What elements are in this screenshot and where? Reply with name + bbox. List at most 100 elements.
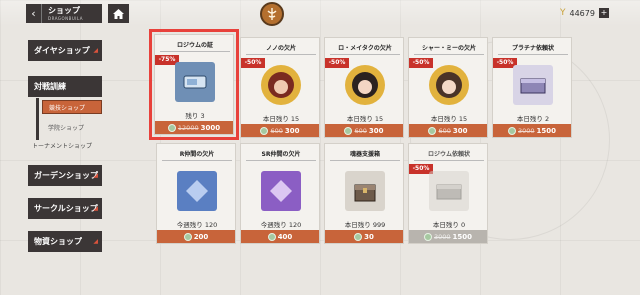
sidebar-item-label: 対戦訓練 — [34, 82, 66, 91]
item-name: 魂器支援箱 — [330, 149, 400, 161]
original-price: 600 — [354, 126, 367, 135]
sale-price: 30 — [364, 232, 374, 241]
stock-remaining: 本日残り 999 — [344, 221, 386, 229]
caret-icon: ◢ — [93, 205, 98, 212]
original-price: 3000 — [517, 126, 535, 135]
platinum-crate-icon — [513, 65, 553, 105]
character-portrait-icon — [261, 65, 301, 105]
coin-icon — [183, 232, 192, 241]
shop-item-card[interactable]: ロ・メイタクの欠片 -50% 本日残り 15 600 300 — [324, 37, 404, 138]
item-name: ロジウム依頼状 — [414, 149, 484, 161]
original-price: 12000 — [177, 123, 199, 132]
original-price: 600 — [270, 126, 283, 135]
rhodium-request-icon — [429, 171, 469, 211]
price-button[interactable]: 600 300 — [409, 124, 487, 137]
item-name: シャー・ミーの欠片 — [414, 43, 484, 55]
discount-badge: -50% — [241, 58, 265, 68]
shop-item-card[interactable]: プラチナ依頼状 -50% 本日残り 2 3000 1500 — [492, 37, 572, 138]
home-button[interactable] — [108, 4, 129, 23]
sidebar-item-label: サークルショップ — [34, 204, 98, 213]
page-subtitle: DRAGONBUILA — [48, 15, 84, 21]
sidebar-item-label: ガーデンショップ — [34, 171, 98, 180]
sidebar-subitem-label: 競技ショップ — [49, 104, 86, 112]
sale-price: 400 — [277, 232, 293, 241]
stock-remaining: 本日残り 15 — [430, 115, 468, 123]
item-name: プラチナ依頼状 — [498, 43, 568, 55]
coin-icon — [354, 232, 363, 241]
price-button[interactable]: 400 — [241, 230, 319, 243]
item-name: SR仲間の欠片 — [246, 149, 316, 161]
price-button[interactable]: 3000 1500 — [493, 124, 571, 137]
price-button: 3000 1500 — [409, 230, 487, 243]
sale-price: 200 — [193, 232, 209, 241]
price-button[interactable]: 12000 3000 — [155, 121, 233, 134]
sidebar-subitem-arena-shop[interactable]: 競技ショップ — [42, 100, 102, 114]
rhodium-ticket-icon — [175, 62, 215, 102]
home-icon — [113, 8, 124, 19]
price-button[interactable]: 30 — [325, 230, 403, 243]
price-button[interactable]: 200 — [157, 230, 235, 243]
shop-item-card[interactable]: 魂器支援箱 本日残り 999 30 — [324, 143, 404, 244]
page-title: ショップ — [48, 5, 80, 15]
shop-item-card[interactable]: SR仲間の欠片 今週残り 120 400 — [240, 143, 320, 244]
sale-price: 3000 — [200, 123, 221, 132]
currency-display: Y 44679 + — [560, 6, 609, 20]
sr-shard-icon — [261, 171, 301, 211]
original-price: 600 — [438, 126, 451, 135]
character-portrait-icon — [345, 65, 385, 105]
add-currency-button[interactable]: + — [598, 8, 609, 18]
sidebar-item-diamond-shop[interactable]: ダイヤショップ ◢ — [28, 40, 102, 61]
stock-remaining: 残り 3 — [185, 112, 205, 120]
shop-item-card[interactable]: ロジウムの証 -75% 残り 3 12000 3000 — [149, 29, 239, 140]
sidebar-indent-line — [36, 98, 39, 140]
sidebar-subitem-academy-shop[interactable]: 学院ショップ — [42, 120, 102, 134]
stock-remaining: 本日残り 2 — [516, 115, 550, 123]
sidebar-item-tournament-shop[interactable]: トーナメントショップ — [32, 141, 92, 150]
caret-icon: ◢ — [93, 238, 98, 245]
chevron-left-icon: ‹ — [26, 4, 42, 23]
discount-badge: -50% — [409, 58, 433, 68]
sidebar-item-supply-shop[interactable]: 物資ショップ ◢ — [28, 231, 102, 252]
price-button[interactable]: 600 300 — [325, 124, 403, 137]
original-price: 3000 — [433, 232, 451, 241]
sale-price: 1500 — [452, 232, 473, 241]
coin-icon — [267, 232, 276, 241]
sale-price: 300 — [284, 126, 300, 135]
coin-icon — [423, 232, 432, 241]
currency-value: 44679 — [569, 8, 595, 18]
coin-icon — [260, 126, 269, 135]
sidebar-item-battle-training[interactable]: 対戦訓練 — [28, 76, 102, 97]
stock-remaining: 本日残り 0 — [432, 221, 466, 229]
stock-remaining: 本日残り 15 — [346, 115, 384, 123]
caret-icon: ◢ — [93, 47, 98, 54]
coin-icon — [344, 126, 353, 135]
sidebar-item-garden-shop[interactable]: ガーデンショップ ◢ — [28, 165, 102, 186]
shop-item-card[interactable]: ノノの欠片 -50% 本日残り 15 600 300 — [240, 37, 320, 138]
back-button[interactable]: ‹ ショップ DRAGONBUILA — [26, 4, 102, 23]
item-name: ロ・メイタクの欠片 — [330, 43, 400, 55]
coin-icon — [167, 123, 176, 132]
sale-price: 300 — [452, 126, 468, 135]
sidebar-item-label: ダイヤショップ — [34, 46, 90, 55]
support-box-icon — [345, 171, 385, 211]
sale-price: 1500 — [536, 126, 557, 135]
discount-badge: -50% — [325, 58, 349, 68]
item-name: ロジウムの証 — [160, 40, 230, 52]
coin-icon — [428, 126, 437, 135]
r-shard-icon — [177, 171, 217, 211]
shop-item-card[interactable]: シャー・ミーの欠片 -50% 本日残り 15 600 300 — [408, 37, 488, 138]
sidebar-subitem-label: 学院ショップ — [48, 124, 85, 132]
caret-icon: ◢ — [93, 172, 98, 179]
sidebar-item-circle-shop[interactable]: サークルショップ ◢ — [28, 198, 102, 219]
stock-remaining: 本日残り 15 — [262, 115, 300, 123]
shop-emblem-icon — [260, 2, 284, 26]
item-name: ノノの欠片 — [246, 43, 316, 55]
coin-icon — [507, 126, 516, 135]
shop-item-card[interactable]: ロジウム依頼状 -50% 本日残り 0 3000 1500 — [408, 143, 488, 244]
sale-price: 300 — [368, 126, 384, 135]
stock-remaining: 今週残り 120 — [176, 221, 218, 229]
shop-item-card[interactable]: R仲間の欠片 今週残り 120 200 — [156, 143, 236, 244]
price-button[interactable]: 600 300 — [241, 124, 319, 137]
character-portrait-icon — [429, 65, 469, 105]
stock-remaining: 今週残り 120 — [260, 221, 302, 229]
